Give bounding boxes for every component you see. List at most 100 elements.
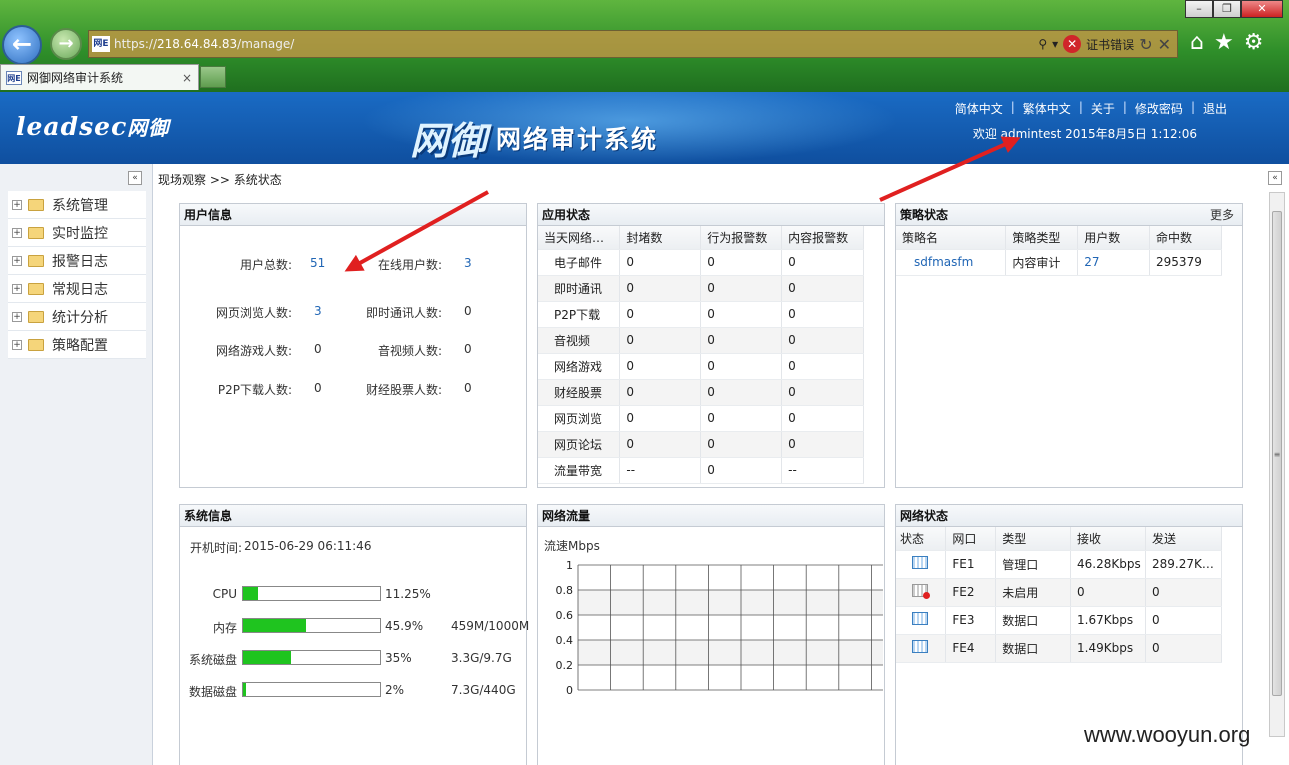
menu-item-realtime-monitor[interactable]: + 实时监控: [8, 219, 146, 247]
table-cell: 数据口: [995, 606, 1072, 635]
cert-error-icon[interactable]: ✕: [1063, 35, 1082, 53]
cpu-bar-fill: [243, 587, 259, 600]
scrollbar-thumb[interactable]: ≡: [1272, 211, 1282, 696]
flow-grid: [577, 564, 883, 691]
address-bar[interactable]: 网E https://218.64.84.83/manage/ ⚲ ▾ ✕ 证书…: [88, 30, 1178, 58]
watermark: www.wooyun.org: [1084, 722, 1251, 747]
link-change-password[interactable]: 修改密码: [1135, 100, 1183, 117]
table-cell: 0: [781, 275, 864, 302]
online-users-value[interactable]: 3: [464, 256, 472, 270]
expand-icon[interactable]: +: [12, 199, 22, 210]
system-disk-detail: 3.3G/9.7G: [451, 651, 512, 665]
table-row: FE3 数据口 1.67Kbps 0: [896, 606, 1222, 635]
port-up-icon: [912, 640, 928, 653]
more-link[interactable]: 更多: [1210, 204, 1234, 226]
menu-item-general-log[interactable]: + 常规日志: [8, 275, 146, 303]
table-cell: 0: [619, 379, 702, 406]
breadcrumb: 现场观察 >> 系统状态: [158, 173, 282, 187]
cert-error-label[interactable]: 证书错误: [1086, 36, 1134, 53]
col-header: 当天网络…: [538, 226, 621, 250]
table-cell: 0: [619, 405, 702, 432]
y-tick-label: 0.2: [556, 659, 574, 672]
p2p-users-value: 0: [314, 381, 322, 395]
data-disk-label: 数据磁盘: [188, 685, 237, 699]
minimize-icon[interactable]: –: [1185, 0, 1213, 18]
folder-icon: [28, 226, 44, 239]
menu-item-alarm-log[interactable]: + 报警日志: [8, 247, 146, 275]
browser-toolbar: ⌂ ★ ⚙: [1190, 30, 1263, 55]
table-cell: 未启用: [995, 578, 1072, 607]
stop-icon[interactable]: ✕: [1158, 35, 1171, 54]
back-button[interactable]: ←: [2, 25, 42, 65]
forward-button[interactable]: →: [50, 28, 82, 60]
title-logo: 网御: [410, 119, 487, 163]
table-cell: 0: [700, 301, 783, 328]
table-cell: 管理口: [995, 550, 1072, 579]
vertical-scrollbar[interactable]: ≡: [1269, 192, 1285, 737]
link-about[interactable]: 关于: [1091, 100, 1115, 117]
table-cell: 0: [700, 275, 783, 302]
memory-label: 内存: [212, 621, 237, 635]
col-header: 内容报警数: [781, 226, 864, 250]
refresh-icon[interactable]: ↻: [1139, 35, 1152, 54]
col-header: 发送: [1145, 527, 1222, 551]
close-window-icon[interactable]: ✕: [1241, 0, 1283, 18]
browser-tab[interactable]: 网E 网御网络审计系统 ×: [0, 64, 199, 90]
table-row: 网页浏览 0 0 0: [538, 405, 864, 432]
menu-item-policy-config[interactable]: + 策略配置: [8, 331, 146, 359]
system-disk-progress-bar: [242, 650, 381, 665]
expand-icon[interactable]: +: [12, 283, 22, 294]
link-simplified-chinese[interactable]: 简体中文: [955, 100, 1003, 117]
total-users-value[interactable]: 51: [310, 256, 325, 270]
new-tab-button[interactable]: [200, 66, 226, 88]
col-header: 用户数: [1077, 226, 1151, 250]
link-logout[interactable]: 退出: [1203, 100, 1227, 117]
settings-gear-icon[interactable]: ⚙: [1244, 30, 1264, 55]
col-header: 命中数: [1149, 226, 1222, 250]
restore-icon[interactable]: ❐: [1213, 0, 1241, 18]
expand-icon[interactable]: +: [12, 255, 22, 266]
web-browse-users-label: 网页浏览人数:: [215, 306, 292, 320]
finance-users-label: 财经股票人数:: [365, 383, 442, 397]
url-text[interactable]: https://218.64.84.83/manage/: [114, 37, 1038, 51]
expand-icon[interactable]: +: [12, 227, 22, 238]
system-title: 网御 网络审计系统: [410, 110, 658, 164]
table-row: 音视频 0 0 0: [538, 327, 864, 354]
favorites-star-icon[interactable]: ★: [1214, 30, 1234, 55]
status-cell: [896, 550, 947, 579]
data-disk-progress-bar: [242, 682, 381, 697]
table-cell: 数据口: [995, 634, 1072, 663]
data-disk-bar-fill: [243, 683, 246, 696]
table-cell: --: [781, 457, 864, 484]
im-users-value: 0: [464, 304, 472, 318]
policy-name-link[interactable]: sdfmasfm: [896, 249, 1007, 276]
game-users-value: 0: [314, 342, 322, 356]
total-users-label: 用户总数:: [239, 258, 292, 272]
panel-title: 策略状态: [900, 208, 949, 222]
table-cell: 0: [619, 431, 702, 458]
dropdown-icon[interactable]: ▾: [1052, 37, 1058, 51]
collapse-left-icon[interactable]: «: [128, 171, 142, 185]
y-tick-label: 0.4: [556, 634, 574, 647]
table-row: 电子邮件 0 0 0: [538, 249, 864, 276]
folder-icon: [28, 338, 44, 351]
web-browse-users-value[interactable]: 3: [314, 304, 322, 318]
cpu-percent: 11.25%: [385, 587, 431, 601]
network-status-table: 状态 网口 类型 接收 发送 FE1 管理口 46.28Kbps 289.27K… F…: [896, 527, 1222, 663]
policy-users-link[interactable]: 27: [1077, 249, 1151, 276]
table-row: FE2 未启用 0 0: [896, 578, 1222, 607]
status-cell: [896, 634, 947, 663]
menu-item-statistics[interactable]: + 统计分析: [8, 303, 146, 331]
table-cell: FE1: [945, 550, 997, 579]
home-icon[interactable]: ⌂: [1190, 30, 1204, 55]
expand-icon[interactable]: +: [12, 311, 22, 322]
link-traditional-chinese[interactable]: 繁体中文: [1023, 100, 1071, 117]
status-cell: [896, 578, 947, 607]
expand-icon[interactable]: +: [12, 339, 22, 350]
tab-close-icon[interactable]: ×: [182, 71, 192, 85]
search-icon[interactable]: ⚲: [1038, 37, 1047, 51]
table-row: 网络游戏 0 0 0: [538, 353, 864, 380]
collapse-top-icon[interactable]: «: [1268, 171, 1282, 185]
table-cell: 0: [619, 327, 702, 354]
menu-item-system-management[interactable]: + 系统管理: [8, 191, 146, 219]
